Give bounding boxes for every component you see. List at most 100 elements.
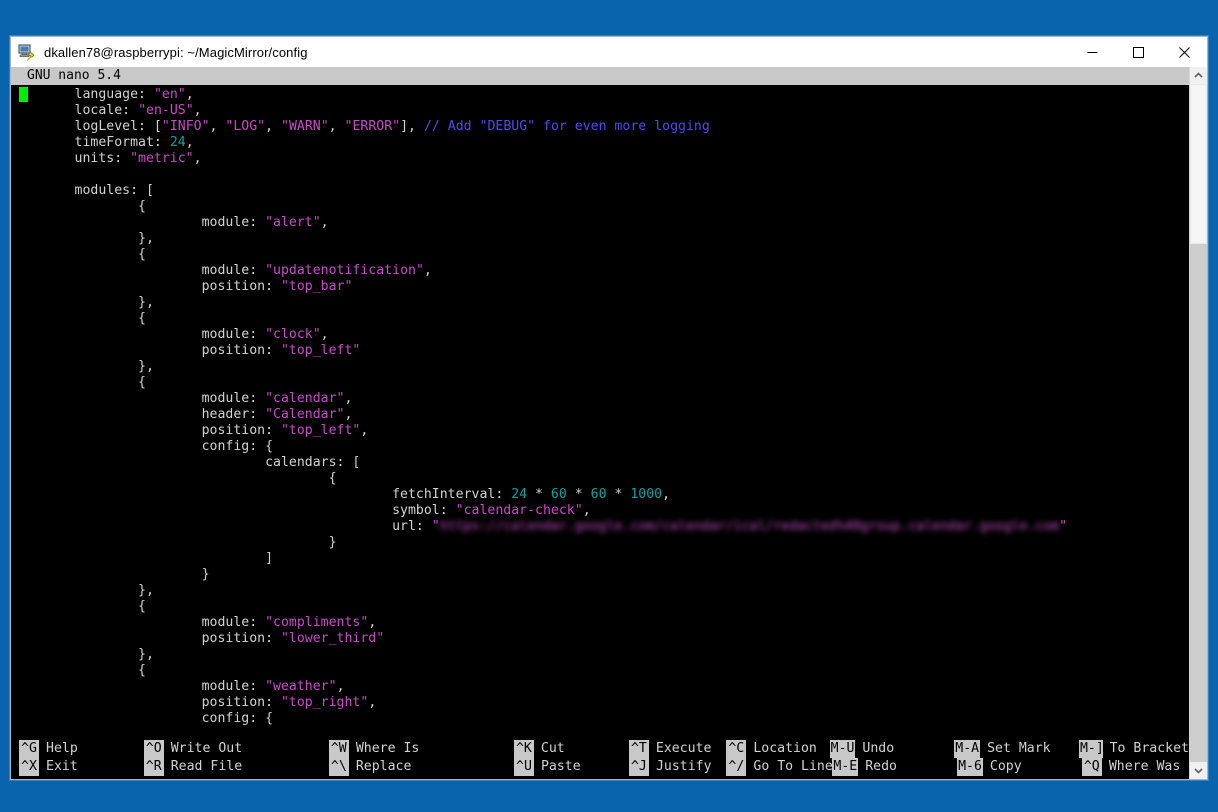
code-token-plain: , — [662, 487, 671, 502]
code-token-plain: * — [527, 487, 551, 502]
terminal-body: GNU nano 5.4 config.js language: "en", l… — [10, 67, 1208, 780]
code-line: language: "en", — [11, 87, 1189, 103]
code-token-plain: , — [360, 423, 369, 438]
code-token-plain: , — [265, 119, 281, 134]
shortcut-read-file[interactable]: ^R Read File — [143, 758, 329, 776]
code-token-num: 24 — [169, 135, 186, 150]
shortcut-key: ^U — [513, 758, 534, 776]
code-token-plain: modules: [ — [74, 183, 154, 198]
shortcut-label: Write Out — [170, 741, 243, 756]
code-line: { — [11, 663, 1189, 679]
code-token-str: " — [1059, 519, 1068, 534]
code-token-plain: , — [336, 679, 345, 694]
nano-editor[interactable]: GNU nano 5.4 config.js language: "en", l… — [11, 67, 1189, 779]
shortcut-label: Redo — [865, 759, 897, 774]
code-token-plain: fetchInterval: — [392, 487, 512, 502]
code-line: calendars: [ — [11, 455, 1189, 471]
code-token-str: "clock" — [265, 327, 321, 342]
code-token-plain: module: — [201, 263, 266, 278]
nano-title-bar: GNU nano 5.4 config.js — [11, 67, 1189, 119]
code-line: }, — [11, 295, 1189, 311]
shortcut-label: Justify — [655, 759, 712, 774]
shortcut-key: M-6 — [957, 758, 983, 776]
scrollbar-lower-track[interactable] — [1190, 244, 1207, 762]
code-area[interactable]: language: "en", locale: "en-US", logLeve… — [11, 85, 1189, 738]
shortcut-key: ^J — [628, 758, 649, 776]
window-title: dkallen78@raspberrypi: ~/MagicMirror/con… — [44, 44, 308, 60]
shortcut-replace[interactable]: ^\ Replace — [328, 758, 514, 776]
code-token-plain: locale: — [74, 103, 139, 118]
code-token-plain: , — [344, 407, 353, 422]
shortcut-key: ^K — [513, 740, 534, 758]
shortcut-key: ^Q — [1081, 758, 1102, 776]
code-line: header: "Calendar", — [11, 407, 1189, 423]
code-line: }, — [11, 231, 1189, 247]
window-titlebar[interactable]: dkallen78@raspberrypi: ~/MagicMirror/con… — [10, 36, 1208, 67]
scroll-up-arrow-icon[interactable] — [1190, 67, 1207, 84]
minimize-button[interactable] — [1069, 37, 1115, 67]
shortcut-go-to-line[interactable]: ^/ Go To Line — [726, 758, 833, 776]
shortcut-key: M-A — [954, 740, 981, 758]
code-token-plain: url: — [392, 519, 432, 534]
code-line: module: "updatenotification", — [11, 263, 1189, 279]
code-line: { — [11, 311, 1189, 327]
code-line: module: "alert", — [11, 215, 1189, 231]
shortcut-label: Where Is — [355, 741, 420, 756]
code-token-plain: calendars: [ — [265, 455, 361, 470]
scrollbar-track[interactable] — [1190, 84, 1207, 762]
shortcut-write-out[interactable]: ^O Write Out — [143, 740, 329, 758]
nano-version: GNU nano 5.4 — [27, 68, 121, 83]
shortcut-label: Undo — [862, 741, 895, 756]
shortcut-undo[interactable]: M-U Undo — [829, 740, 955, 758]
shortcut-cut[interactable]: ^K Cut — [513, 740, 629, 758]
shortcut-to-bracket[interactable]: M-] To Bracket — [1078, 740, 1189, 758]
code-token-plain: position: — [201, 423, 281, 438]
scroll-down-arrow-icon[interactable] — [1190, 762, 1207, 779]
maximize-button[interactable] — [1115, 37, 1161, 67]
code-line: { — [11, 247, 1189, 263]
shortcut-key: ^O — [143, 740, 164, 758]
code-token-str: "alert" — [265, 215, 321, 230]
code-token-str: "top_right" — [280, 695, 369, 710]
shortcut-where-was[interactable]: ^Q Where Was — [1081, 758, 1189, 776]
close-button[interactable] — [1161, 37, 1207, 67]
shortcut-where-is[interactable]: ^W Where Is — [328, 740, 514, 758]
code-lines: language: "en", locale: "en-US", logLeve… — [11, 87, 1189, 727]
code-token-plain: module: — [201, 679, 266, 694]
code-line: ] — [11, 551, 1189, 567]
shortcut-exit[interactable]: ^X Exit — [19, 758, 144, 776]
code-token-plain: , — [423, 263, 432, 278]
code-token-plain: logLevel: [ — [74, 119, 162, 134]
shortcut-redo[interactable]: M-E Redo — [832, 758, 957, 776]
shortcut-set-mark[interactable]: M-A Set Mark — [954, 740, 1079, 758]
terminal-window: dkallen78@raspberrypi: ~/MagicMirror/con… — [10, 36, 1208, 780]
code-token-str: "calendar" — [265, 391, 345, 406]
code-token-plain: timeFormat: — [74, 135, 170, 150]
shortcut-key: ^/ — [726, 758, 747, 776]
code-token-blurred: https://calendar.google.com/calendar/ica… — [439, 519, 1060, 534]
shortcut-label: Go To Line — [753, 759, 833, 774]
shortcut-paste[interactable]: ^U Paste — [513, 758, 629, 776]
shortcut-justify[interactable]: ^J Justify — [628, 758, 726, 776]
code-token-plain: header: — [201, 407, 266, 422]
code-token-plain: { — [138, 199, 146, 214]
code-token-plain: , — [185, 87, 194, 102]
scrollbar-thumb[interactable] — [1190, 84, 1207, 244]
shortcut-label: Read File — [170, 759, 243, 774]
shortcut-label: Copy — [989, 759, 1022, 774]
code-line: }, — [11, 647, 1189, 663]
code-line: position: "top_left", — [11, 423, 1189, 439]
code-token-plain: }, — [138, 295, 154, 310]
code-token-plain: { — [138, 311, 146, 326]
code-line: }, — [11, 583, 1189, 599]
code-token-plain: , — [193, 151, 202, 166]
shortcut-help[interactable]: ^G Help — [19, 740, 144, 758]
shortcut-copy[interactable]: M-6 Copy — [957, 758, 1082, 776]
shortcut-execute[interactable]: ^T Execute — [628, 740, 726, 758]
shortcut-location[interactable]: ^C Location — [726, 740, 829, 758]
code-token-plain: , — [582, 503, 591, 518]
code-token-plain: } — [328, 535, 337, 550]
code-token-plain: { — [138, 375, 146, 390]
vertical-scrollbar[interactable] — [1189, 67, 1207, 779]
